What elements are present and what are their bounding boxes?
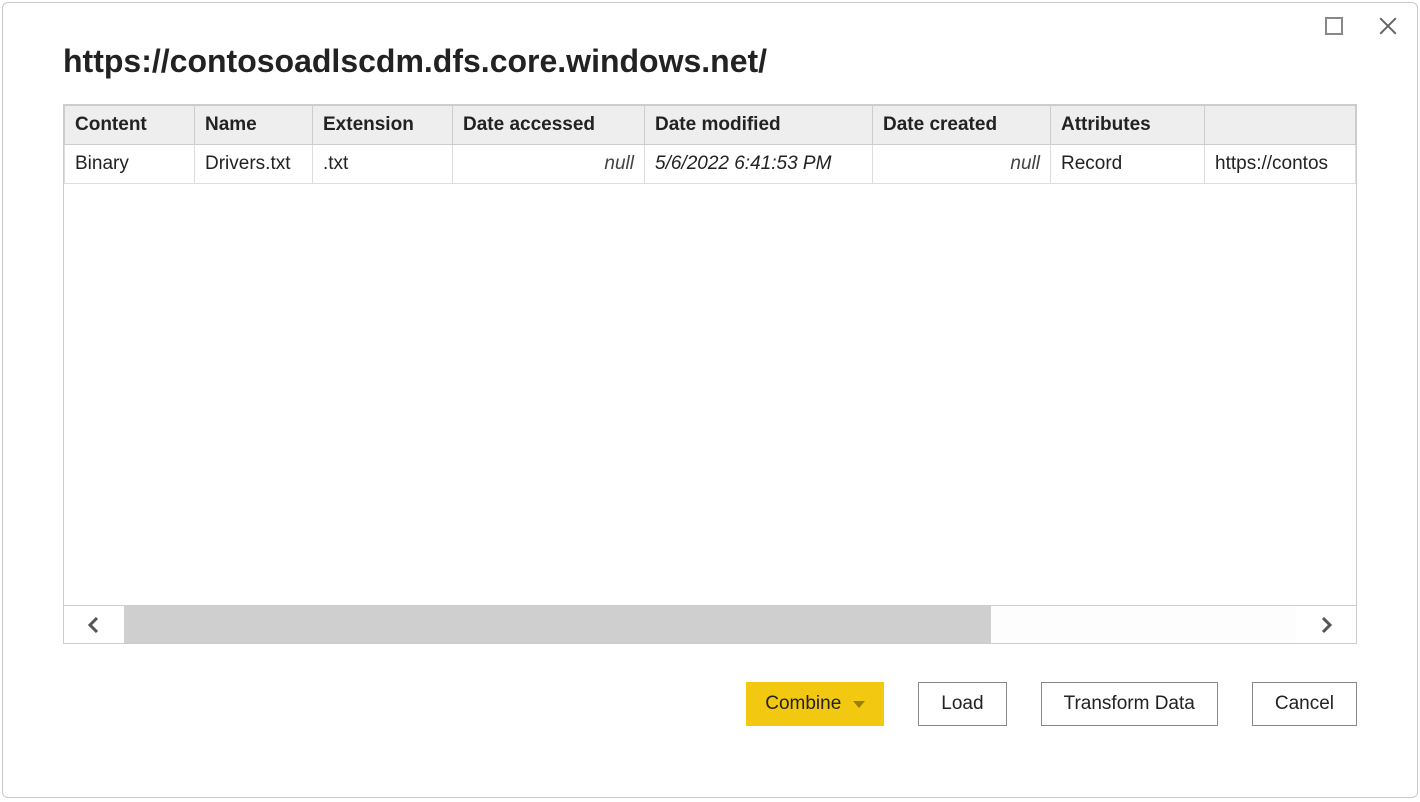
scroll-left-button[interactable] (64, 606, 124, 643)
col-header-extension[interactable]: Extension (313, 106, 453, 145)
load-button-label: Load (941, 693, 983, 715)
grid-table: Content Name Extension Date accessed Dat… (64, 105, 1356, 184)
grid-header-row: Content Name Extension Date accessed Dat… (65, 106, 1356, 145)
col-header-folder-path[interactable] (1205, 106, 1356, 145)
cancel-button[interactable]: Cancel (1252, 682, 1357, 726)
cell-date-modified: 5/6/2022 6:41:53 PM (645, 145, 873, 184)
col-header-date-modified[interactable]: Date modified (645, 106, 873, 145)
maximize-button[interactable] (1321, 13, 1347, 39)
col-header-date-created[interactable]: Date created (873, 106, 1051, 145)
chevron-down-icon (853, 701, 865, 708)
scroll-right-button[interactable] (1296, 606, 1356, 643)
col-header-content[interactable]: Content (65, 106, 195, 145)
cell-name: Drivers.txt (195, 145, 313, 184)
close-icon (1378, 16, 1398, 36)
cancel-button-label: Cancel (1275, 693, 1334, 715)
navigator-dialog: https://contosoadlscdm.dfs.core.windows.… (2, 2, 1418, 798)
horizontal-scrollbar[interactable] (64, 605, 1356, 643)
window-controls (1321, 13, 1401, 39)
transform-data-button[interactable]: Transform Data (1041, 682, 1218, 726)
col-header-name[interactable]: Name (195, 106, 313, 145)
col-header-attributes[interactable]: Attributes (1051, 106, 1205, 145)
cell-folder-path: https://contos (1205, 145, 1356, 184)
page-title: https://contosoadlscdm.dfs.core.windows.… (63, 43, 1357, 80)
preview-grid: Content Name Extension Date accessed Dat… (63, 104, 1357, 644)
cell-date-accessed: null (453, 145, 645, 184)
cell-date-created: null (873, 145, 1051, 184)
cell-content: Binary (65, 145, 195, 184)
chevron-left-icon (86, 616, 102, 634)
col-header-date-accessed[interactable]: Date accessed (453, 106, 645, 145)
table-row[interactable]: Binary Drivers.txt .txt null 5/6/2022 6:… (65, 145, 1356, 184)
combine-button-label: Combine (765, 693, 841, 715)
transform-data-button-label: Transform Data (1064, 693, 1195, 715)
close-button[interactable] (1375, 13, 1401, 39)
load-button[interactable]: Load (918, 682, 1006, 726)
dialog-content: https://contosoadlscdm.dfs.core.windows.… (63, 43, 1357, 777)
chevron-right-icon (1318, 616, 1334, 634)
scroll-thumb[interactable] (124, 606, 991, 643)
grid-body: Content Name Extension Date accessed Dat… (64, 105, 1356, 605)
cell-extension: .txt (313, 145, 453, 184)
cell-attributes: Record (1051, 145, 1205, 184)
scroll-track[interactable] (124, 606, 1296, 643)
combine-button[interactable]: Combine (746, 682, 884, 726)
maximize-icon (1325, 17, 1343, 35)
dialog-footer: Combine Load Transform Data Cancel (63, 682, 1357, 726)
